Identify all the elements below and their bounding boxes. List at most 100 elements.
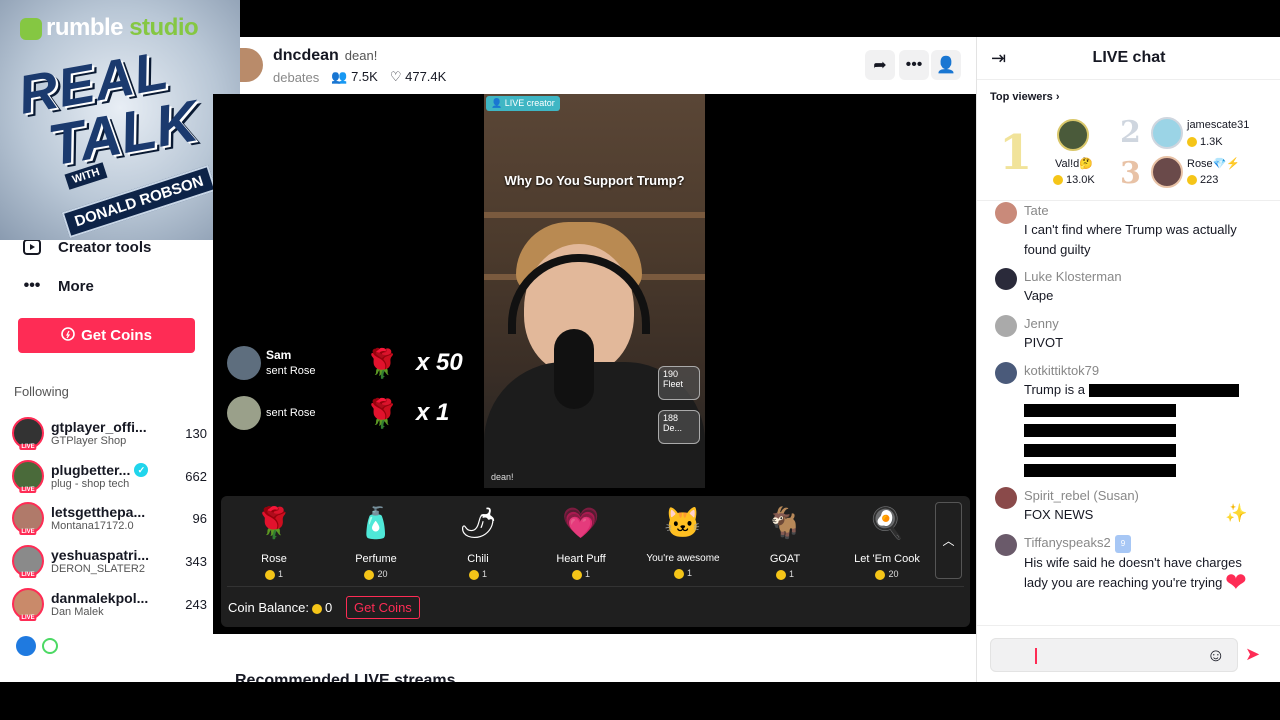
people-icon: 👥 xyxy=(331,69,348,84)
live-creator-label: LIVE creator xyxy=(504,98,555,108)
live-badge: LIVE xyxy=(19,572,37,578)
gift-label: Let 'Em Cook xyxy=(854,553,920,565)
coin-balance-value: 0 xyxy=(324,600,333,615)
gift-label: Rose xyxy=(261,553,287,565)
gift-perfume[interactable]: 🧴 Perfume 20 xyxy=(331,502,421,580)
score-value: 1.3K xyxy=(1200,136,1223,148)
badge-label: De... xyxy=(663,423,683,433)
avatar[interactable] xyxy=(995,202,1017,224)
chat-username[interactable]: Tiffanyspeaks2 9 xyxy=(1024,534,1254,553)
like-heart-icon[interactable]: ❤ xyxy=(1225,567,1247,598)
more-options-button[interactable]: ••• xyxy=(899,50,929,80)
chat-input[interactable]: ☺ xyxy=(990,638,1238,672)
power-icon[interactable] xyxy=(42,638,58,654)
live-chat-panel: ⇥ LIVE chat Top viewers › 1 Val!d🤔 13.0K… xyxy=(976,37,1280,682)
chat-username[interactable]: Jenny xyxy=(1024,315,1063,333)
top-viewers-link[interactable]: Top viewers › xyxy=(990,91,1060,103)
gift-action: sent Rose xyxy=(266,407,316,419)
chat-input-area: ☺ ➤ xyxy=(977,625,1280,682)
moderator-button[interactable]: 👤 xyxy=(931,50,961,80)
avatar[interactable] xyxy=(1151,117,1183,149)
logo-brand: rumble studio xyxy=(20,14,199,42)
coin-icon xyxy=(1187,175,1197,186)
following-item[interactable]: LIVE gtplayer_offi... GTPlayer Shop 130 xyxy=(12,415,207,451)
avatar[interactable] xyxy=(995,268,1017,290)
coin-icon xyxy=(264,569,275,580)
avatar[interactable] xyxy=(995,362,1017,384)
sparkle-icon: ✨ xyxy=(1225,503,1248,523)
video-badge[interactable]: 190 Fleet xyxy=(658,366,700,400)
chat-username[interactable]: Spirit_rebel (Susan) xyxy=(1024,487,1139,505)
gift-let-em-cook[interactable]: 🍳 Let 'Em Cook 20 xyxy=(842,502,932,580)
viewer-count: 96 xyxy=(192,510,207,526)
gift-youre-awesome[interactable]: 🐱 You're awesome 1 xyxy=(638,502,728,579)
chat-message: Luke Klosterman Vape xyxy=(995,268,1265,306)
coin-balance-label: Coin Balance: xyxy=(228,600,309,615)
following-item[interactable]: LIVE letsgetthepa... Montana17172.0 96 xyxy=(12,500,207,536)
gift-price-value: 1 xyxy=(788,569,794,579)
live-video[interactable]: Why Do You Support Trump? dean! 190 Fleet… xyxy=(484,94,705,488)
avatar[interactable] xyxy=(1057,119,1089,151)
divider xyxy=(227,586,964,587)
chat-text: PIVOT xyxy=(1024,335,1064,350)
top-viewer-name: jamescate31 xyxy=(1187,119,1250,131)
nav-more[interactable]: ••• More xyxy=(22,276,94,296)
censored-line xyxy=(1024,420,1239,440)
avatar[interactable] xyxy=(995,534,1017,556)
host-username[interactable]: dncdean xyxy=(273,47,339,65)
gift-label: Chili xyxy=(467,553,489,565)
chat-username[interactable]: kotkittiktok79 xyxy=(1024,362,1239,380)
avatar[interactable] xyxy=(1151,156,1183,188)
avatar: LIVE xyxy=(12,460,44,493)
chat-message: Jenny PIVOT xyxy=(995,315,1265,353)
following-item[interactable]: LIVE plugbetter... ✓ plug - shop tech 662 xyxy=(12,458,207,494)
host-avatar[interactable] xyxy=(240,48,263,82)
following-item[interactable]: LIVE danmalekpol... Dan Malek 243 xyxy=(12,586,207,622)
video-area: Why Do You Support Trump? dean! 190 Fleet… xyxy=(213,94,976,496)
censored-text xyxy=(1088,384,1239,398)
stream-category[interactable]: debates xyxy=(273,70,319,85)
chat-username[interactable]: Luke Klosterman xyxy=(1024,268,1122,286)
get-coins-button[interactable]: Get Coins xyxy=(18,318,195,353)
following-item[interactable]: LIVE yeshuaspatri... DERON_SLATER2 343 xyxy=(12,543,207,579)
emoji-icon[interactable]: ☺ xyxy=(1207,645,1225,666)
nav-creator-tools[interactable]: Creator tools xyxy=(22,237,151,257)
nav-more-label: More xyxy=(58,277,94,295)
gift-rose[interactable]: 🌹 Rose 1 xyxy=(229,502,319,580)
gift-heart-puff[interactable]: 💗 Heart Puff 1 xyxy=(536,502,626,580)
bottom-black-bar xyxy=(0,682,1280,720)
nav-creator-tools-label: Creator tools xyxy=(58,238,152,256)
coin-icon xyxy=(571,569,582,580)
send-icon[interactable]: ➤ xyxy=(1245,644,1260,665)
gift-goat[interactable]: 🐐 GOAT 1 xyxy=(740,502,830,580)
avatar[interactable] xyxy=(995,315,1017,337)
expand-gifts-button[interactable]: ︿ xyxy=(935,502,962,579)
avatar[interactable] xyxy=(995,487,1017,509)
gift-price: 1 xyxy=(433,569,523,580)
get-coins-small-button[interactable]: Get Coins xyxy=(346,596,420,619)
top-viewer-name: Val!d🤔 xyxy=(1055,158,1093,170)
text-caret xyxy=(1035,648,1037,664)
video-question: Why Do You Support Trump? xyxy=(504,173,685,188)
viewer-count: 343 xyxy=(185,553,207,569)
get-coins-label: Get Coins xyxy=(81,327,152,344)
chat-header: ⇥ LIVE chat xyxy=(977,37,1280,80)
gift-label: GOAT xyxy=(769,553,801,565)
video-badge[interactable]: 188 De... xyxy=(658,410,700,444)
coin-icon xyxy=(1053,175,1063,186)
chat-username[interactable]: Tate xyxy=(1024,202,1265,220)
heart-outline-icon: ♡ xyxy=(389,69,402,84)
badge-label: Fleet xyxy=(663,379,684,389)
gift-sender: Sam xyxy=(266,348,292,362)
coin-balance: Coin Balance: 0 xyxy=(228,600,332,615)
bg-shelf xyxy=(484,212,705,218)
coin-icon xyxy=(468,569,479,580)
gift-label: You're awesome xyxy=(646,553,720,564)
gift-chili[interactable]: 🌶 Chili 1 xyxy=(433,502,523,580)
coin-icon xyxy=(311,603,322,614)
live-creator-tag: 👤 LIVE creator xyxy=(486,96,560,111)
following-name: plugbetter... ✓ xyxy=(51,462,177,478)
extension-icon[interactable] xyxy=(16,636,36,656)
live-badge: LIVE xyxy=(19,487,37,493)
share-button[interactable]: ➦ xyxy=(865,50,895,80)
